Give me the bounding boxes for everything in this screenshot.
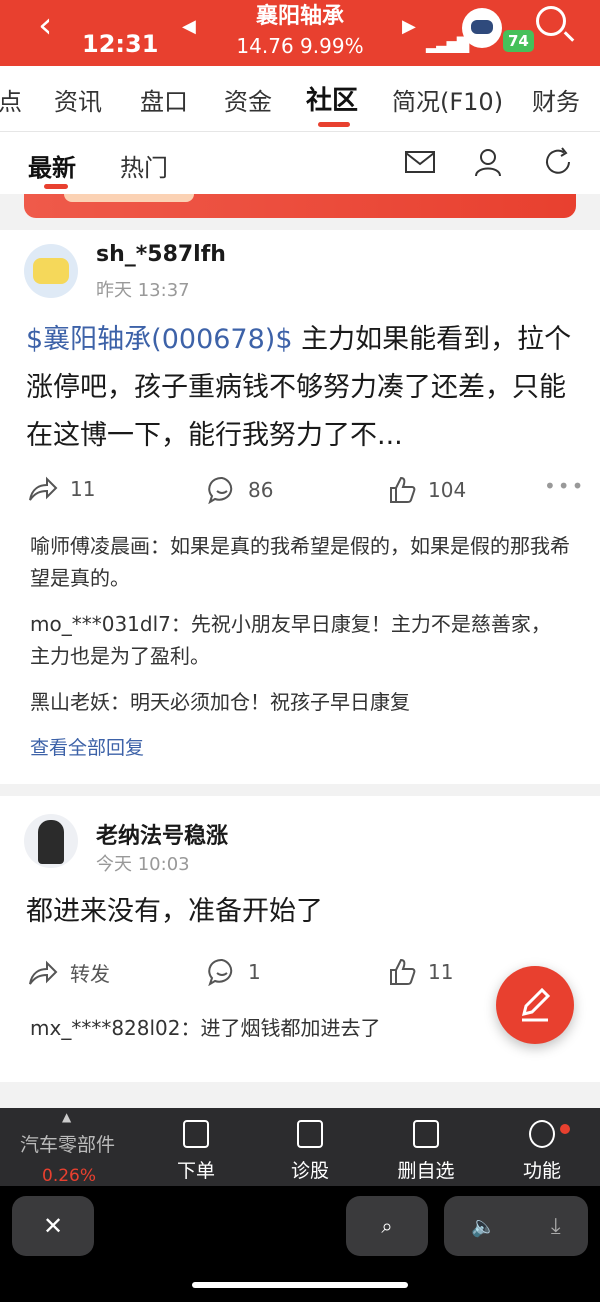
stock-header: ‹ 12:31 ◀ 襄阳轴承 14.76 9.99% ▶ ▂▃▅▇ 74 [0, 0, 600, 66]
diagnose-icon [297, 1120, 323, 1148]
thumbs-up-icon [390, 958, 416, 985]
tab-news[interactable]: 资讯 [54, 82, 102, 117]
order-button[interactable]: 下单 [156, 1120, 236, 1183]
system-navbar: ✕ ⌕ 🔈 ⤓ [0, 1186, 600, 1302]
compose-button[interactable] [496, 966, 574, 1044]
remove-watchlist-label: 删自选 [397, 1160, 455, 1182]
comment-icon [208, 476, 233, 504]
community-subtabs: 最新 热门 [0, 132, 600, 194]
remove-watchlist-button[interactable]: 删自选 [386, 1120, 466, 1183]
post-time: 今天 10:03 [96, 854, 190, 875]
minus-box-icon [413, 1120, 439, 1148]
stock-tag-link[interactable]: $襄阳轴承(000678)$ [26, 324, 293, 355]
like-count: 104 [428, 478, 467, 502]
like-count: 11 [428, 960, 454, 984]
stock-name: 襄阳轴承 [255, 4, 344, 29]
tab-finance[interactable]: 财务 [532, 82, 580, 117]
share-count: 11 [70, 477, 96, 501]
reply-item[interactable]: 黑山老妖：明天必须加仓！祝孩子早日康复 [30, 686, 570, 718]
share-button[interactable]: 11 [28, 476, 95, 502]
subtab-latest[interactable]: 最新 [28, 148, 76, 183]
more-icon[interactable]: ••• [544, 474, 585, 498]
active-tab-indicator [318, 122, 350, 127]
tab-funds[interactable]: 资金 [224, 82, 272, 117]
functions-label: 功能 [522, 1160, 561, 1182]
post-content[interactable]: $襄阳轴承(000678)$ 主力如果能看到，拉个涨停吧，孩子重病钱不够努力凑了… [26, 316, 582, 460]
post-card[interactable]: sh_*587lfh 昨天 13:37 $襄阳轴承(000678)$ 主力如果能… [0, 230, 600, 784]
share-label: 转发 [70, 962, 110, 986]
comment-button[interactable]: 1 [208, 958, 261, 986]
next-stock-icon[interactable]: ▶ [402, 16, 416, 37]
scan-button[interactable]: ⌕ [346, 1196, 428, 1256]
functions-button[interactable]: 功能 [502, 1120, 582, 1183]
comment-button[interactable]: 86 [208, 476, 273, 504]
reply-list: 喻师傅凌晨画：如果是真的我希望是假的，如果是假的那我希望是真的。 mo_***0… [30, 530, 570, 764]
subtab-indicator [44, 184, 68, 189]
notification-dot [560, 1124, 570, 1134]
sector-change: 0.26% [42, 1166, 97, 1186]
speaker-icon[interactable]: 🔈 [471, 1214, 496, 1238]
tab-orderbook[interactable]: 盘口 [140, 82, 188, 117]
download-icon[interactable]: ⤓ [551, 1214, 561, 1239]
caret-up-icon: ▲ [62, 1110, 72, 1124]
refresh-icon[interactable] [542, 146, 574, 178]
assistant-robot-icon[interactable] [462, 8, 502, 48]
reply-list: mx_****828l02：进了烟钱都加进去了 [30, 1012, 570, 1058]
user-icon[interactable] [472, 146, 504, 178]
comment-count: 1 [248, 960, 261, 984]
order-label: 下单 [176, 1160, 215, 1182]
close-button[interactable]: ✕ [12, 1196, 94, 1256]
comment-icon [208, 958, 233, 986]
avatar[interactable] [24, 244, 78, 298]
subtab-hot[interactable]: 热门 [120, 148, 168, 183]
signal-icon: ▂▃▅▇ [426, 34, 469, 53]
comment-count: 86 [248, 478, 274, 502]
scan-icon: ⌕ [381, 1214, 393, 1238]
menu-icon [529, 1120, 555, 1148]
battery-indicator: 74 [503, 30, 534, 52]
reply-item[interactable]: mo_***031dl7：先祝小朋友早日康复！主力不是慈善家，主力也是为了盈利。 [30, 608, 570, 672]
thumbs-up-icon [390, 476, 416, 503]
home-indicator[interactable] [192, 1282, 408, 1288]
post-username[interactable]: 老纳法号稳涨 [96, 818, 228, 850]
like-button[interactable]: 11 [388, 958, 453, 986]
tab-community[interactable]: 社区 [306, 80, 358, 117]
view-all-replies-link[interactable]: 查看全部回复 [30, 732, 570, 764]
diagnose-button[interactable]: 诊股 [270, 1120, 350, 1183]
tab-f10[interactable]: 简况(F10) [392, 82, 503, 117]
post-username[interactable]: sh_*587lfh [96, 242, 226, 267]
post-actions: 11 86 104 ••• [0, 470, 600, 510]
post-time: 昨天 13:37 [96, 280, 190, 301]
pencil-icon [521, 987, 551, 1022]
bottom-action-bar: ▲ 汽车零部件 0.26% 下单 诊股 删自选 功能 [0, 1108, 600, 1186]
like-button[interactable]: 104 [388, 476, 466, 504]
avatar[interactable] [24, 814, 78, 868]
share-icon [29, 960, 58, 985]
share-button[interactable]: 转发 [28, 958, 110, 987]
mail-icon[interactable] [404, 146, 436, 178]
tab-dian[interactable]: 点 [0, 82, 22, 117]
diagnose-label: 诊股 [290, 1160, 329, 1182]
media-controls: 🔈 ⤓ [444, 1196, 588, 1256]
order-icon [183, 1120, 209, 1148]
share-icon [29, 476, 58, 501]
reply-item[interactable]: 喻师傅凌晨画：如果是真的我希望是假的，如果是假的那我希望是真的。 [30, 530, 570, 594]
post-text[interactable]: 都进来没有，准备开始了 [26, 888, 582, 936]
search-icon[interactable] [536, 6, 566, 36]
promo-banner[interactable] [24, 194, 576, 218]
stock-tabs: 点 资讯 盘口 资金 社区 简况(F10) 财务 [0, 66, 600, 132]
reply-item[interactable]: mx_****828l02：进了烟钱都加进去了 [30, 1012, 570, 1044]
close-icon: ✕ [42, 1212, 64, 1240]
sector-name[interactable]: 汽车零部件 [20, 1130, 115, 1157]
